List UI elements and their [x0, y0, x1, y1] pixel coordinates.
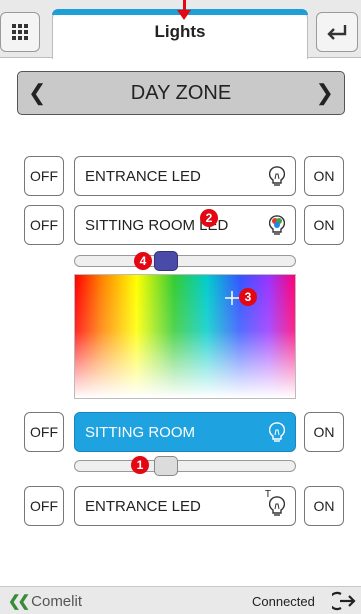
color-picker[interactable] — [74, 274, 296, 399]
comelit-mark-icon: ❮❮ — [8, 593, 30, 610]
on-button-sitting-room[interactable]: ON — [304, 412, 344, 452]
brand-name: Comelit — [31, 593, 82, 610]
menu-button[interactable] — [0, 12, 40, 52]
light-entrance-led-2[interactable]: ENTRANCE LED T — [74, 486, 296, 526]
bulb-icon — [269, 422, 285, 442]
annotation-badge-4: 4 — [134, 252, 152, 270]
crosshair-icon — [225, 291, 239, 305]
return-arrow-icon — [327, 25, 347, 40]
on-button-sitting-room-led[interactable]: ON — [304, 205, 344, 245]
light-sitting-room[interactable]: SITTING ROOM — [74, 412, 296, 452]
off-button-entrance-led[interactable]: OFF — [24, 156, 64, 196]
light-entrance-led[interactable]: ENTRANCE LED — [74, 156, 296, 196]
annotation-badge-2: 2 — [200, 209, 218, 227]
dimmer-level-slider[interactable] — [74, 460, 296, 472]
annotation-arrow-head — [177, 10, 191, 20]
zone-selector: ❮ DAY ZONE ❯ — [17, 71, 345, 115]
bulb-icon — [269, 166, 285, 186]
bulb-timer-icon — [269, 496, 285, 516]
connection-status: Connected — [252, 594, 315, 609]
light-sitting-room-led[interactable]: SITTING ROOM LED — [74, 205, 296, 245]
rgb-level-slider[interactable] — [74, 255, 296, 267]
rgb-bulb-icon — [269, 215, 285, 235]
light-label: ENTRANCE LED — [85, 497, 201, 515]
rgb-slider-thumb[interactable] — [154, 251, 178, 271]
logout-icon[interactable] — [332, 591, 356, 611]
back-button[interactable] — [316, 12, 358, 52]
page-title: Lights — [154, 22, 206, 41]
on-button-entrance-led-2[interactable]: ON — [304, 486, 344, 526]
chevron-left-icon[interactable]: ❮ — [28, 80, 46, 106]
light-label: SITTING ROOM — [85, 423, 195, 441]
zone-name: DAY ZONE — [130, 81, 232, 104]
off-button-sitting-room[interactable]: OFF — [24, 412, 64, 452]
grid-icon — [12, 24, 28, 40]
on-button-entrance-led[interactable]: ON — [304, 156, 344, 196]
annotation-badge-1: 1 — [131, 456, 149, 474]
chevron-right-icon[interactable]: ❯ — [316, 80, 334, 106]
dimmer-slider-thumb[interactable] — [154, 456, 178, 476]
off-button-sitting-room-led[interactable]: OFF — [24, 205, 64, 245]
brand-logo: ❮❮ Comelit — [8, 592, 82, 610]
light-label: ENTRANCE LED — [85, 167, 201, 185]
annotation-badge-3: 3 — [239, 288, 257, 306]
off-button-entrance-led-2[interactable]: OFF — [24, 486, 64, 526]
